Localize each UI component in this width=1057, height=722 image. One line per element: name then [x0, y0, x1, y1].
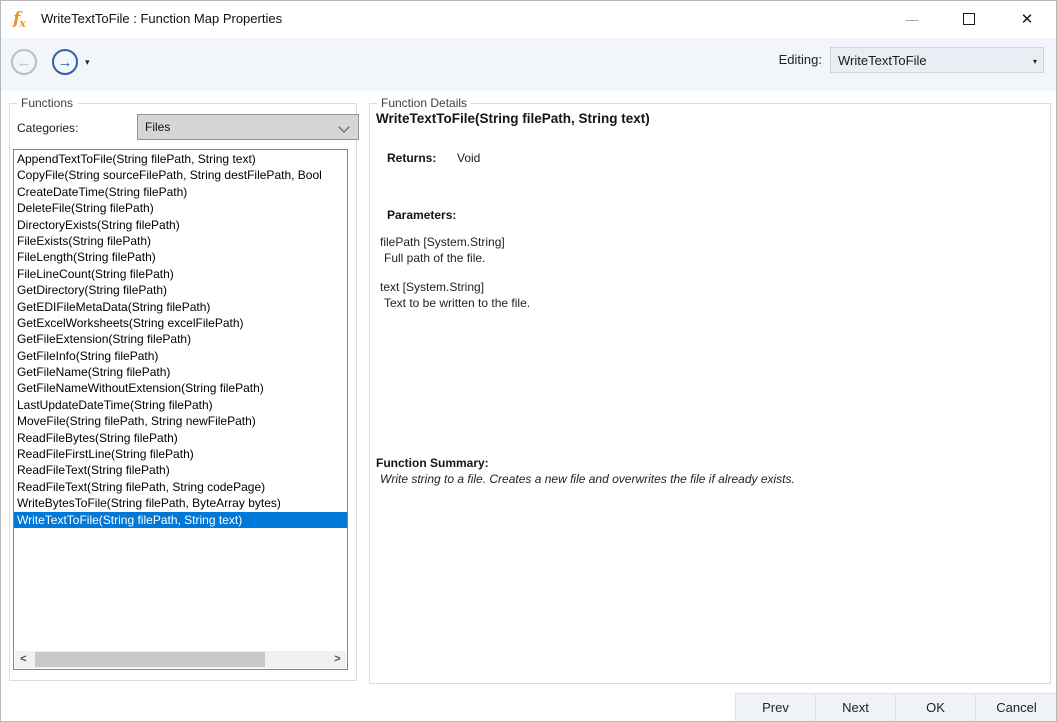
categories-combobox[interactable]: Files: [137, 114, 359, 140]
categories-combobox-value: Files: [145, 120, 171, 134]
parameter-description: Full path of the file.: [384, 251, 486, 265]
back-arrow-icon: ←: [16, 54, 32, 71]
function-summary-label: Function Summary:: [376, 456, 489, 470]
function-list-item[interactable]: FileLineCount(String filePath): [14, 266, 347, 282]
function-list-item[interactable]: DirectoryExists(String filePath): [14, 217, 347, 233]
parameters-label: Parameters:: [387, 208, 457, 222]
function-list[interactable]: AppendTextToFile(String filePath, String…: [13, 149, 348, 670]
navigation-toolbar: ← → ▾ Editing: WriteTextToFile ▾: [1, 38, 1056, 91]
function-list-item[interactable]: GetEDIFileMetaData(String filePath): [14, 299, 347, 315]
editing-function-combobox[interactable]: WriteTextToFile ▾: [830, 47, 1044, 73]
function-list-item[interactable]: CreateDateTime(String filePath): [14, 184, 347, 200]
editing-combobox-value: WriteTextToFile: [838, 53, 927, 68]
back-button[interactable]: ←: [11, 49, 37, 75]
function-details-groupbox-title: Function Details: [377, 95, 472, 111]
functions-groupbox-title: Functions: [17, 95, 78, 111]
function-list-item[interactable]: GetDirectory(String filePath): [14, 282, 347, 298]
maximize-icon: [963, 13, 975, 25]
function-map-properties-dialog: fx WriteTextToFile : Function Map Proper…: [0, 0, 1057, 722]
function-summary-text: Write string to a file. Creates a new fi…: [380, 472, 795, 486]
function-list-item[interactable]: MoveFile(String filePath, String newFile…: [14, 413, 347, 429]
chevron-down-icon: ▾: [1032, 57, 1037, 66]
parameter-name: text [System.String]: [380, 280, 485, 294]
returns-value: Void: [457, 151, 481, 165]
function-list-item[interactable]: CopyFile(String sourceFilePath, String d…: [14, 167, 347, 183]
next-button[interactable]: Next: [815, 693, 896, 721]
close-icon: ✕: [1020, 11, 1034, 28]
cancel-button[interactable]: Cancel: [975, 693, 1056, 721]
returns-label: Returns:: [387, 151, 437, 165]
title-bar: fx WriteTextToFile : Function Map Proper…: [1, 1, 1056, 38]
functions-groupbox: Functions Categories: Files AppendTextTo…: [9, 95, 359, 681]
parameter-item: text [System.String] Text to be written …: [380, 280, 530, 310]
minimize-button[interactable]: —: [889, 1, 935, 38]
function-list-item[interactable]: FileExists(String filePath): [14, 233, 347, 249]
close-button[interactable]: ✕: [1004, 1, 1050, 38]
function-list-items: AppendTextToFile(String filePath, String…: [14, 151, 347, 528]
parameter-description: Text to be written to the file.: [384, 296, 531, 310]
prev-button[interactable]: Prev: [735, 693, 816, 721]
function-list-item[interactable]: GetFileNameWithoutExtension(String fileP…: [14, 380, 347, 396]
editing-label: Editing:: [778, 52, 822, 67]
function-list-item[interactable]: DeleteFile(String filePath): [14, 200, 347, 216]
function-list-item[interactable]: GetFileName(String filePath): [14, 364, 347, 380]
categories-label: Categories:: [17, 121, 79, 135]
ok-button[interactable]: OK: [895, 693, 976, 721]
function-list-item[interactable]: GetFileInfo(String filePath): [14, 348, 347, 364]
forward-button[interactable]: →: [52, 49, 78, 75]
function-details-groupbox: Function Details WriteTextToFile(String …: [369, 95, 1051, 684]
function-list-item[interactable]: GetFileExtension(String filePath): [14, 331, 347, 347]
function-list-item[interactable]: ReadFileFirstLine(String filePath): [14, 446, 347, 462]
function-list-item[interactable]: GetExcelWorksheets(String excelFilePath): [14, 315, 347, 331]
chevron-down-icon: [338, 121, 350, 133]
forward-dropdown-caret[interactable]: ▾: [85, 57, 90, 68]
function-list-item[interactable]: AppendTextToFile(String filePath, String…: [14, 151, 347, 167]
maximize-button[interactable]: [946, 1, 992, 38]
function-list-item[interactable]: FileLength(String filePath): [14, 249, 347, 265]
parameter-name: filePath [System.String]: [380, 235, 505, 249]
forward-arrow-icon: →: [57, 54, 73, 71]
parameter-item: filePath [System.String] Full path of th…: [380, 235, 505, 265]
function-list-item[interactable]: ReadFileBytes(String filePath): [14, 430, 347, 446]
fx-function-icon: fx: [13, 9, 26, 30]
function-list-item[interactable]: WriteTextToFile(String filePath, String …: [14, 511, 347, 528]
minimize-icon: —: [905, 12, 919, 27]
function-list-item[interactable]: ReadFileText(String filePath): [14, 462, 347, 478]
function-signature: WriteTextToFile(String filePath, String …: [376, 111, 650, 126]
window-title: WriteTextToFile : Function Map Propertie…: [41, 11, 283, 26]
function-list-item[interactable]: ReadFileText(String filePath, String cod…: [14, 479, 347, 495]
function-list-item[interactable]: LastUpdateDateTime(String filePath): [14, 397, 347, 413]
scroll-left-icon[interactable]: <: [15, 651, 32, 668]
scroll-right-icon[interactable]: >: [329, 651, 346, 668]
function-list-item[interactable]: WriteBytesToFile(String filePath, ByteAr…: [14, 495, 347, 511]
horizontal-scrollbar[interactable]: < >: [15, 651, 346, 668]
scrollbar-thumb[interactable]: [35, 652, 265, 667]
